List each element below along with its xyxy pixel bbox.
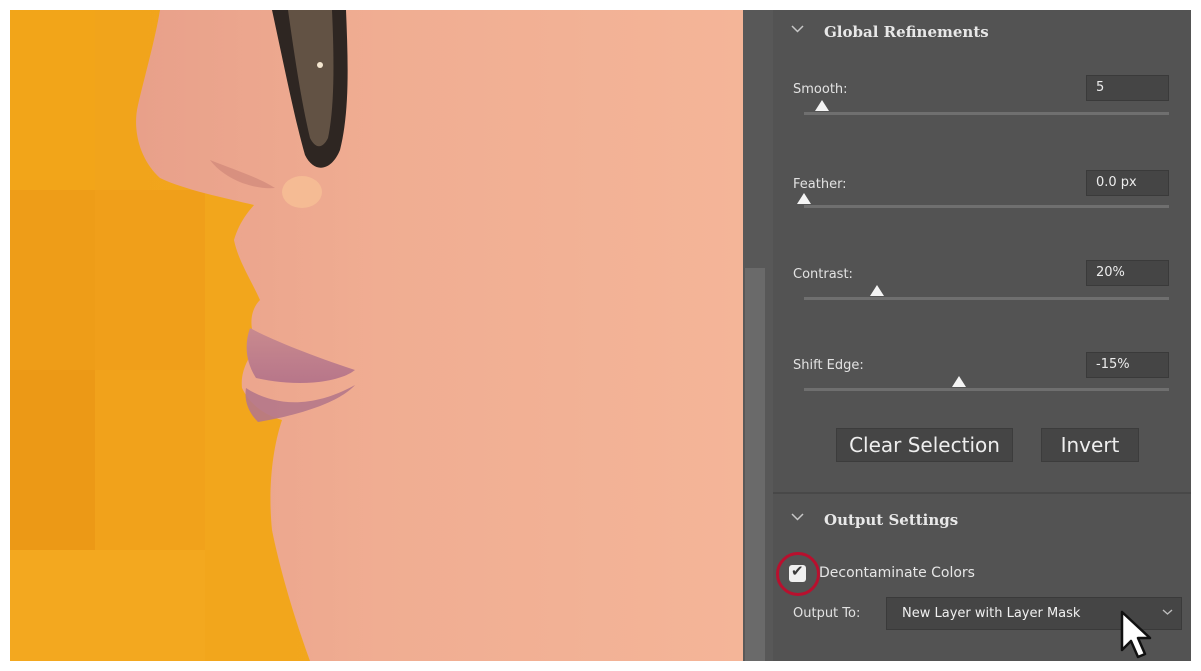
section-title: Output Settings: [824, 511, 959, 529]
mouse-pointer-icon: [1120, 610, 1152, 659]
invert-button[interactable]: Invert: [1041, 428, 1139, 462]
chevron-down-icon[interactable]: [791, 511, 804, 526]
section-title: Global Refinements: [824, 23, 989, 41]
feather-value-field[interactable]: 0.0 px: [1086, 170, 1169, 196]
properties-panel: Global Refinements Smooth: 5 Feather: 0.…: [773, 10, 1191, 661]
smooth-slider-thumb[interactable]: [815, 100, 830, 111]
contrast-slider-track[interactable]: [804, 297, 1169, 300]
image-canvas[interactable]: [10, 10, 743, 661]
feather-label: Feather:: [793, 177, 847, 192]
clear-selection-button[interactable]: Clear Selection: [836, 428, 1013, 462]
scrollbar-thumb[interactable]: [745, 268, 765, 661]
output-settings-header[interactable]: Output Settings: [773, 498, 1191, 542]
nose-tip-highlight: [282, 176, 322, 208]
portrait-photo: [136, 10, 743, 661]
contrast-value-field[interactable]: 20%: [1086, 260, 1169, 286]
checkmark-icon: ✔: [791, 562, 804, 580]
output-to-value: New Layer with Layer Mask: [902, 606, 1081, 621]
shift-edge-value-field[interactable]: -15%: [1086, 352, 1169, 378]
contrast-label: Contrast:: [793, 267, 853, 282]
smooth-label: Smooth:: [793, 82, 848, 97]
output-to-label: Output To:: [793, 606, 861, 621]
smooth-slider-track[interactable]: [804, 112, 1169, 115]
shift-edge-label: Shift Edge:: [793, 358, 864, 373]
vertical-scrollbar[interactable]: [743, 10, 773, 661]
feather-slider-track[interactable]: [804, 205, 1169, 208]
section-divider: [773, 492, 1191, 494]
shift-edge-slider-thumb[interactable]: [952, 376, 967, 387]
shift-edge-slider-track[interactable]: [804, 388, 1169, 391]
smooth-value-field[interactable]: 5: [1086, 75, 1169, 101]
contrast-slider-thumb[interactable]: [870, 285, 884, 296]
face-profile: [136, 10, 743, 661]
feather-slider-thumb[interactable]: [797, 193, 811, 204]
chevron-down-icon[interactable]: [791, 23, 804, 38]
select-caret-icon: [1162, 606, 1173, 619]
decontaminate-colors-label: Decontaminate Colors: [819, 565, 975, 581]
decontaminate-colors-checkbox[interactable]: ✔: [789, 562, 806, 582]
global-refinements-header[interactable]: Global Refinements: [773, 10, 1191, 54]
